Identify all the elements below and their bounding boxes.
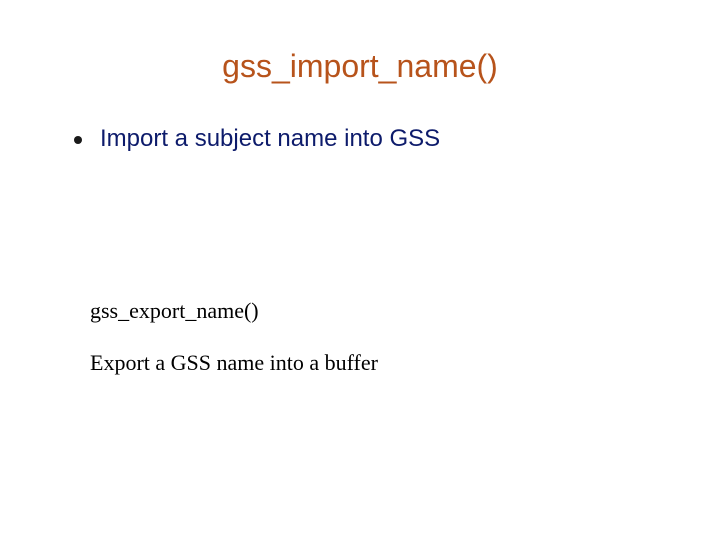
sub-heading: gss_export_name() <box>90 298 259 324</box>
bullet-item: Import a subject name into GSS <box>74 125 440 153</box>
slide-title: gss_import_name() <box>0 48 720 85</box>
bullet-text: Import a subject name into GSS <box>100 125 440 153</box>
slide: gss_import_name() Import a subject name … <box>0 0 720 540</box>
sub-description: Export a GSS name into a buffer <box>90 350 378 376</box>
bullet-icon <box>74 136 82 144</box>
